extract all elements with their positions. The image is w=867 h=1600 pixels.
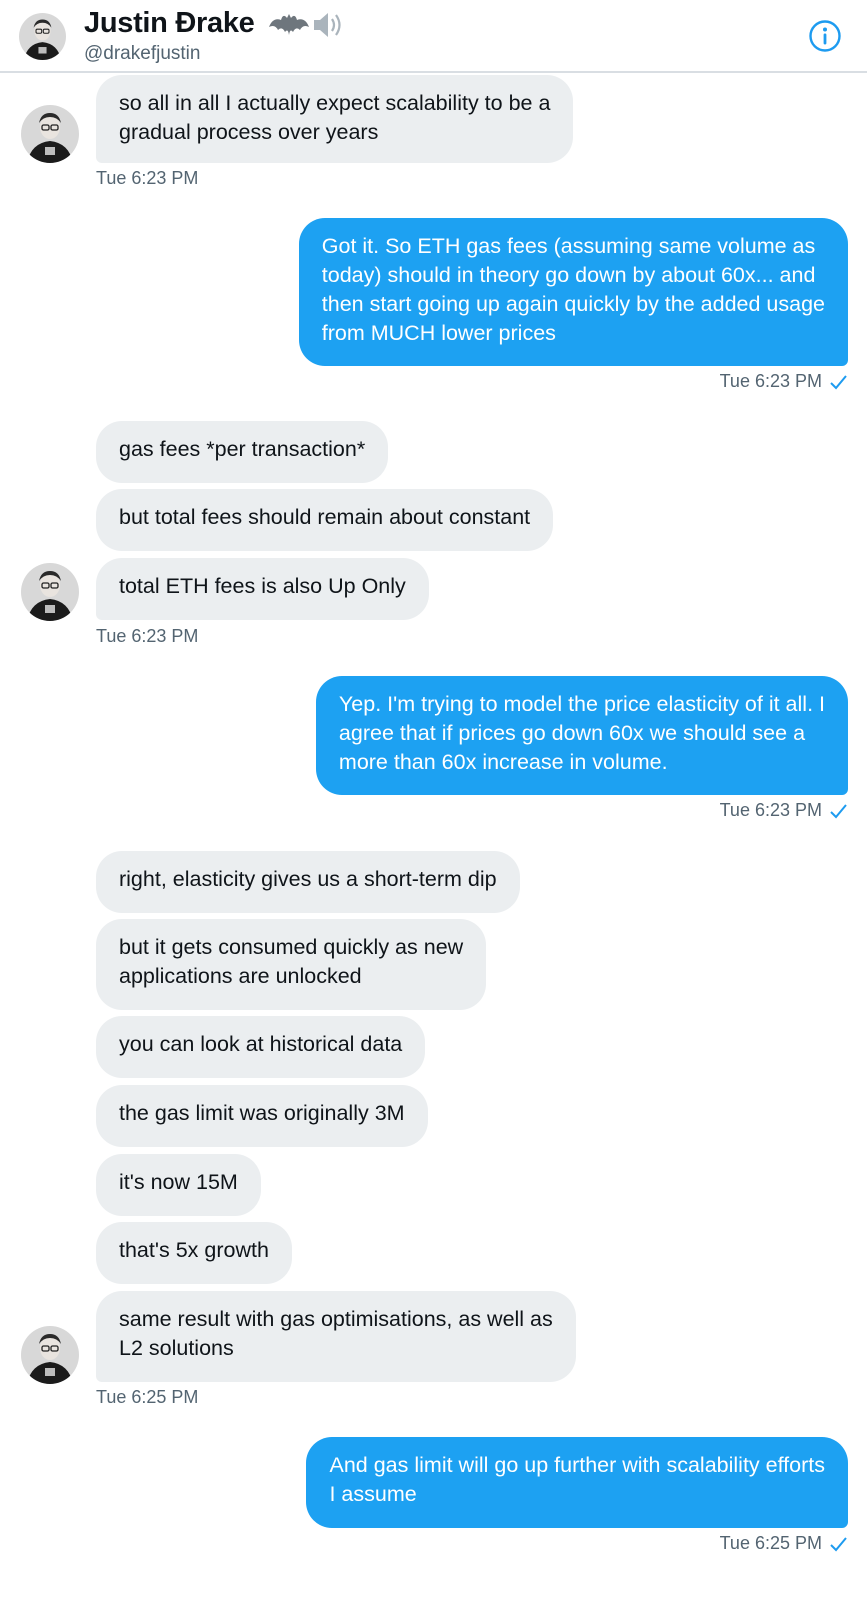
message-text: total ETH fees is also Up Only	[119, 574, 406, 598]
message-bubble-incoming[interactable]: total ETH fees is also Up Only	[96, 558, 429, 620]
message-timestamp: Tue 6:23 PM	[719, 800, 822, 820]
message-timestamp: Tue 6:25 PM	[96, 1387, 199, 1407]
message-text: right, elasticity gives us a short-term …	[119, 867, 497, 891]
avatar[interactable]	[19, 13, 66, 60]
message-bubble-outgoing[interactable]: Got it. So ETH gas fees (assuming same v…	[298, 218, 848, 366]
message-status: Tue 6:25 PM	[720, 1533, 848, 1554]
message-bubble-incoming[interactable]: same result with gas optimisations, as w…	[96, 1291, 576, 1382]
profile-photo	[21, 563, 79, 621]
message-bubble-incoming[interactable]: that's 5x growth	[96, 1222, 292, 1284]
message-bubble-outgoing[interactable]: And gas limit will go up further with sc…	[306, 1437, 848, 1528]
message-bubble-incoming[interactable]: but it gets consumed quickly as new appl…	[96, 919, 487, 1010]
message-text: it's now 15M	[119, 1170, 238, 1194]
message-bubble-incoming[interactable]: so all in all I actually expect scalabil…	[96, 75, 574, 163]
profile-photo	[19, 13, 66, 60]
message-status: Tue 6:23 PM	[720, 800, 848, 821]
sent-check-icon	[830, 374, 847, 389]
message-text: And gas limit will go up further with sc…	[329, 1453, 825, 1506]
message-bubble-incoming[interactable]: the gas limit was originally 3M	[96, 1085, 428, 1147]
info-button[interactable]	[808, 19, 842, 53]
message-text: gas fees *per transaction*	[119, 437, 366, 461]
message-bubble-incoming[interactable]: it's now 15M	[96, 1154, 261, 1216]
message-timestamp: Tue 6:23 PM	[96, 168, 199, 188]
bat-speaker-emoji-icon	[269, 13, 341, 37]
sent-check-icon	[830, 1536, 847, 1551]
message-text: Got it. So ETH gas fees (assuming same v…	[321, 234, 825, 345]
message-text: so all in all I actually expect scalabil…	[119, 91, 551, 144]
message-text: but it gets consumed quickly as new appl…	[119, 935, 464, 988]
profile-photo	[21, 1326, 79, 1384]
avatar[interactable]	[21, 563, 79, 621]
message-timestamp: Tue 6:23 PM	[96, 626, 199, 646]
bat-emoji-icon	[269, 14, 309, 35]
message-text: that's 5x growth	[119, 1238, 269, 1262]
avatar[interactable]	[21, 105, 79, 163]
profile-photo	[21, 105, 79, 163]
message-bubble-incoming[interactable]: you can look at historical data	[96, 1016, 426, 1078]
conversation-header: Justin Ðrake @drakefjustin	[0, 0, 867, 73]
message-bubble-incoming[interactable]: gas fees *per transaction*	[96, 421, 389, 483]
message-text: the gas limit was originally 3M	[119, 1101, 405, 1125]
message-text: you can look at historical data	[119, 1032, 403, 1056]
info-icon	[809, 20, 841, 52]
message-timestamp: Tue 6:23 PM	[719, 371, 822, 391]
profile-name[interactable]: Justin Ðrake	[84, 7, 255, 40]
message-bubble-incoming[interactable]: but total fees should remain about const…	[96, 489, 554, 551]
profile-handle: @drakefjustin	[84, 43, 201, 64]
sent-check-icon	[830, 803, 847, 818]
avatar[interactable]	[21, 1326, 79, 1384]
message-bubble-outgoing[interactable]: Yep. I'm trying to model the price elast…	[315, 676, 848, 795]
message-bubble-incoming[interactable]: right, elasticity gives us a short-term …	[96, 851, 520, 913]
message-text: Yep. I'm trying to model the price elast…	[338, 692, 825, 774]
message-text: but total fees should remain about const…	[119, 505, 531, 529]
message-text: same result with gas optimisations, as w…	[119, 1307, 553, 1360]
speaker-emoji-icon	[314, 13, 341, 37]
message-status: Tue 6:23 PM	[720, 371, 848, 392]
message-timestamp: Tue 6:25 PM	[719, 1533, 822, 1553]
